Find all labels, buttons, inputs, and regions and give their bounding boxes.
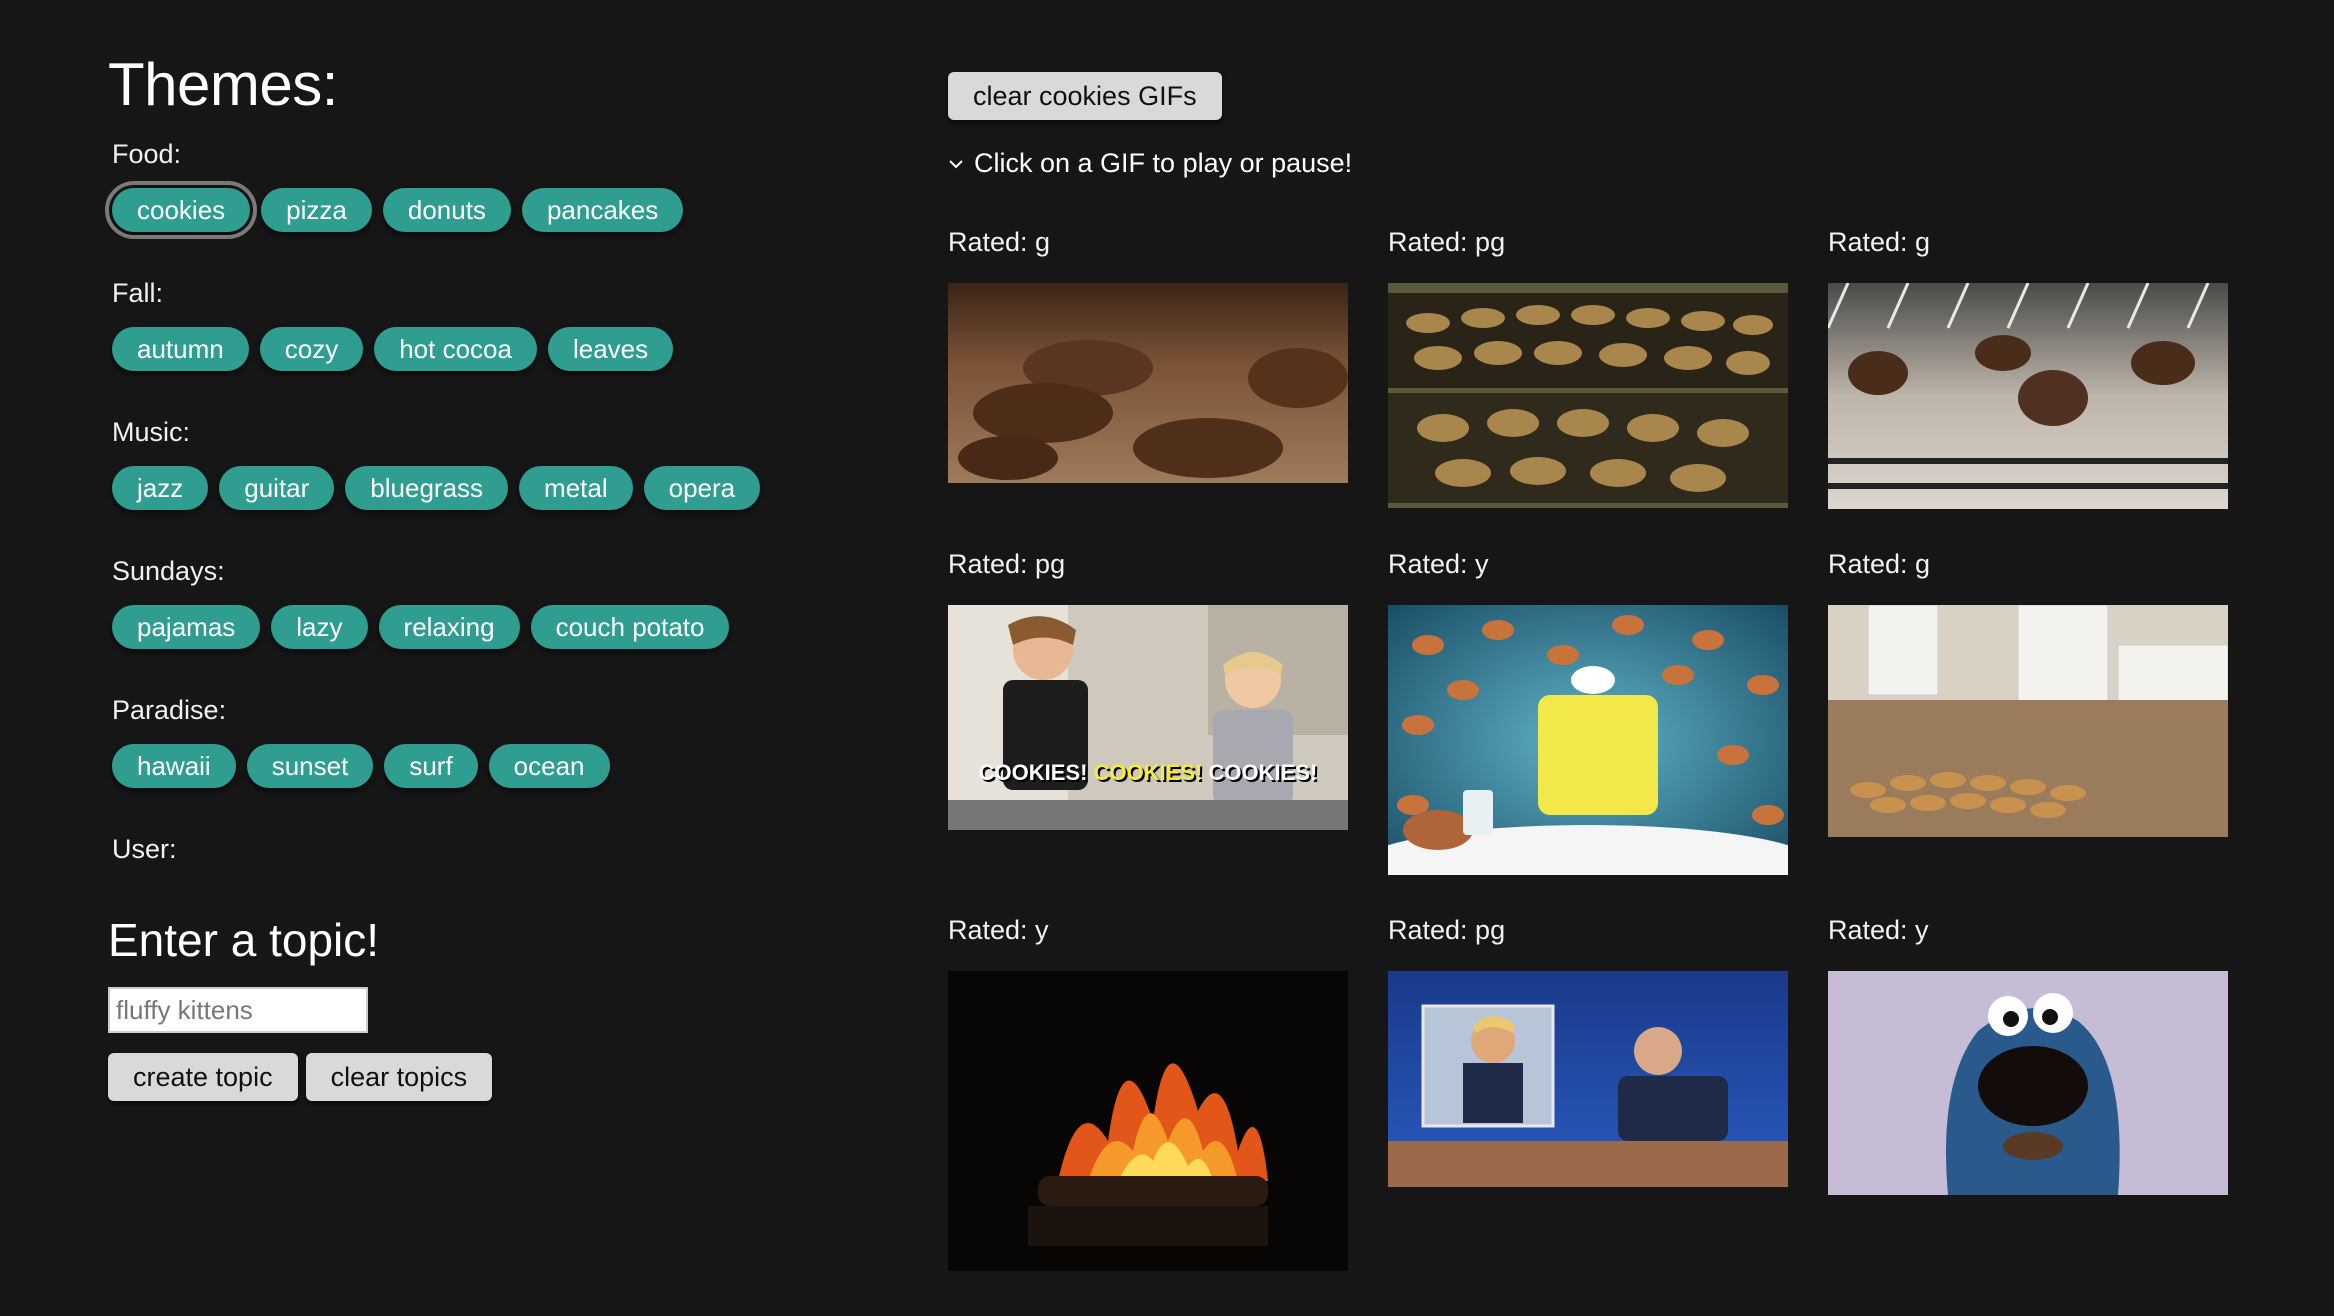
topic-button-autumn[interactable]: autumn bbox=[112, 327, 249, 371]
gif-panel: clear cookies GIFs Click on a GIF to pla… bbox=[948, 72, 2248, 1271]
play-pause-hint: Click on a GIF to play or pause! bbox=[948, 148, 2248, 179]
themes-heading: Themes: bbox=[108, 51, 338, 118]
topic-button-bluegrass[interactable]: bluegrass bbox=[345, 466, 509, 510]
gif-rating: Rated: y bbox=[948, 915, 1049, 945]
topic-button-pajamas[interactable]: pajamas bbox=[112, 605, 261, 649]
gif-image-oven-dough[interactable] bbox=[1828, 283, 2228, 509]
clear-topics-button[interactable]: clear topics bbox=[305, 1053, 493, 1101]
theme-music: Music: jazz guitar bluegrass metal opera bbox=[108, 417, 808, 510]
theme-paradise: Paradise: hawaii sunset surf ocean bbox=[108, 695, 808, 788]
gif-card: Rated: g bbox=[1828, 549, 2228, 875]
topic-button-metal[interactable]: metal bbox=[519, 466, 633, 510]
caption-word: COOKIES! bbox=[978, 760, 1088, 785]
caption-word: COOKIES! bbox=[1093, 760, 1203, 785]
topic-button-sunset[interactable]: sunset bbox=[246, 744, 374, 788]
hint-text: Click on a GIF to play or pause! bbox=[974, 148, 1353, 178]
topic-button-surf[interactable]: surf bbox=[384, 744, 478, 788]
gif-grid: Rated: g Rated: pg Rated: g Rated: pg CO… bbox=[948, 227, 2248, 1271]
gif-image-cookie-monster[interactable] bbox=[1828, 971, 2228, 1195]
topic-button-opera[interactable]: opera bbox=[643, 466, 761, 510]
gif-card: Rated: g bbox=[1828, 227, 2228, 509]
gif-image-kitchen-cookies[interactable] bbox=[1828, 605, 2228, 837]
topic-input[interactable] bbox=[108, 987, 368, 1033]
topic-button-pizza[interactable]: pizza bbox=[261, 188, 372, 232]
topic-button-cozy[interactable]: cozy bbox=[259, 327, 364, 371]
theme-food: Food: cookies pizza donuts pancakes bbox=[104, 139, 808, 239]
gif-rating: Rated: pg bbox=[1388, 227, 1506, 257]
topic-button-hot-cocoa[interactable]: hot cocoa bbox=[374, 327, 537, 371]
gif-image-talk-show[interactable] bbox=[1388, 971, 1788, 1187]
theme-label: Fall: bbox=[112, 278, 164, 308]
theme-sundays: Sundays: pajamas lazy relaxing couch pot… bbox=[108, 556, 808, 649]
form-buttons: create topic clear topics bbox=[108, 1053, 808, 1101]
topic-button-guitar[interactable]: guitar bbox=[219, 466, 335, 510]
theme-label: Sundays: bbox=[112, 556, 225, 586]
gif-rating: Rated: g bbox=[1828, 549, 1931, 579]
clear-gifs-button[interactable]: clear cookies GIFs bbox=[948, 72, 1222, 120]
gif-image-cookies-baking[interactable] bbox=[948, 283, 1348, 483]
topic-button-hawaii[interactable]: hawaii bbox=[112, 744, 236, 788]
topic-button-relaxing[interactable]: relaxing bbox=[378, 605, 520, 649]
gif-card: Rated: pg COOKIES! COOKIES! COOKIES! bbox=[948, 549, 1348, 875]
theme-fall: Fall: autumn cozy hot cocoa leaves bbox=[108, 278, 808, 371]
topic-button-jazz[interactable]: jazz bbox=[112, 466, 209, 510]
theme-label: Paradise: bbox=[112, 695, 227, 725]
chevron-down-icon bbox=[949, 159, 963, 168]
gif-caption: COOKIES! COOKIES! COOKIES! bbox=[948, 760, 1348, 786]
topic-button-leaves[interactable]: leaves bbox=[547, 327, 674, 371]
gif-image-kids-dancing[interactable]: COOKIES! COOKIES! COOKIES! bbox=[948, 605, 1348, 830]
topic-button-cookies[interactable]: cookies bbox=[104, 181, 258, 239]
caption-word: COOKIES! bbox=[1208, 760, 1318, 785]
gif-rating: Rated: g bbox=[948, 227, 1051, 257]
gif-card: Rated: y bbox=[1388, 549, 1788, 875]
gif-card: Rated: y bbox=[1828, 915, 2228, 1271]
gif-rating: Rated: y bbox=[1388, 549, 1489, 579]
theme-label: Food: bbox=[112, 139, 182, 169]
gif-card: Rated: g bbox=[948, 227, 1348, 509]
gif-image-fireplace[interactable] bbox=[948, 971, 1348, 1271]
themes-panel: Themes: Food: cookies pizza donuts panca… bbox=[104, 50, 808, 1101]
theme-label: Music: bbox=[112, 417, 191, 447]
gif-rating: Rated: g bbox=[1828, 227, 1931, 257]
gif-rating: Rated: pg bbox=[948, 549, 1066, 579]
topic-button-ocean[interactable]: ocean bbox=[488, 744, 610, 788]
topic-button-couch-potato[interactable]: couch potato bbox=[530, 605, 730, 649]
user-theme-label: User: bbox=[112, 834, 177, 864]
topic-button-donuts[interactable]: donuts bbox=[382, 188, 511, 232]
gif-card: Rated: y bbox=[948, 915, 1348, 1271]
gif-image-spongebob[interactable] bbox=[1388, 605, 1788, 875]
gif-card: Rated: pg bbox=[1388, 915, 1788, 1271]
gif-rating: Rated: y bbox=[1828, 915, 1929, 945]
gif-rating: Rated: pg bbox=[1388, 915, 1506, 945]
gif-card: Rated: pg bbox=[1388, 227, 1788, 509]
topic-button-pancakes[interactable]: pancakes bbox=[521, 188, 684, 232]
enter-topic-heading: Enter a topic! bbox=[108, 914, 380, 966]
gif-image-oven-racks[interactable] bbox=[1388, 283, 1788, 508]
create-topic-button[interactable]: create topic bbox=[108, 1053, 298, 1101]
topic-button-lazy[interactable]: lazy bbox=[271, 605, 368, 649]
